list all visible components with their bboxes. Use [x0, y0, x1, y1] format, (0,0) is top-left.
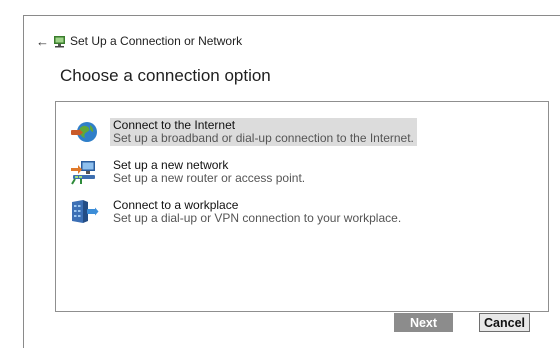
next-button[interactable]: Next — [394, 313, 453, 332]
dialog-window: ← Set Up a Connection or Network Choose … — [23, 15, 560, 348]
title-bar: ← Set Up a Connection or Network — [36, 32, 242, 50]
option-description: Set up a new router or access point. — [113, 171, 306, 185]
workplace-connection-icon — [68, 198, 100, 226]
option-text: Set up a new network Set up a new router… — [110, 158, 308, 186]
option-new-network[interactable]: Set up a new network Set up a new router… — [68, 158, 308, 188]
globe-connection-icon — [68, 118, 100, 146]
option-description: Set up a broadband or dial-up connection… — [113, 131, 414, 145]
new-network-icon — [68, 158, 100, 186]
option-text: Connect to a workplace Set up a dial-up … — [110, 198, 404, 226]
cancel-button[interactable]: Cancel — [479, 313, 530, 332]
option-text: Connect to the Internet Set up a broadba… — [110, 118, 417, 146]
network-setup-icon — [53, 35, 66, 48]
connection-options-list: Connect to the Internet Set up a broadba… — [55, 101, 549, 312]
page-heading: Choose a connection option — [60, 66, 271, 85]
option-connect-workplace[interactable]: Connect to a workplace Set up a dial-up … — [68, 198, 404, 228]
option-connect-internet[interactable]: Connect to the Internet Set up a broadba… — [68, 118, 417, 148]
window-title: Set Up a Connection or Network — [70, 34, 243, 48]
back-arrow-icon[interactable]: ← — [36, 35, 49, 48]
option-description: Set up a dial-up or VPN connection to yo… — [113, 211, 402, 225]
